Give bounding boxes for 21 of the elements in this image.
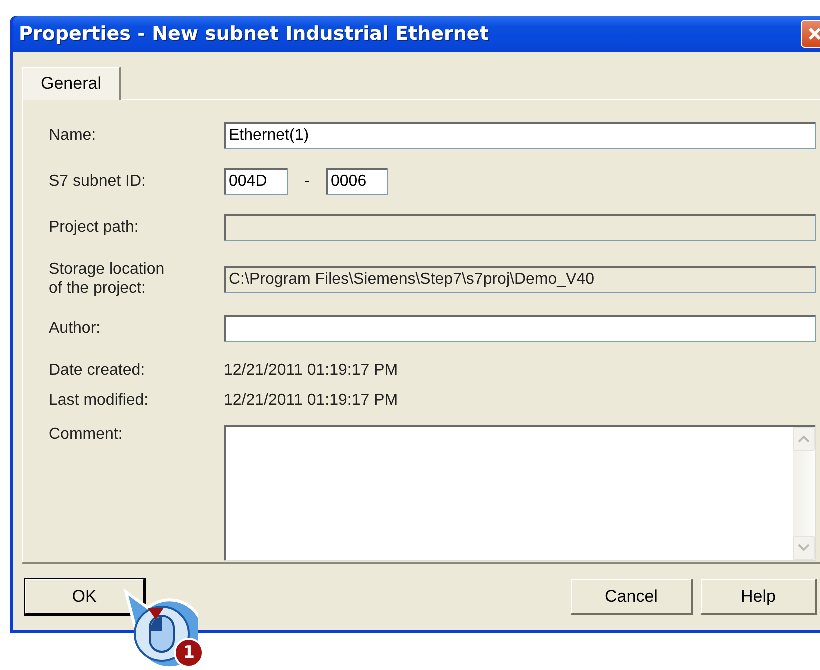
- dialog-button[interactable]: OK: [25, 579, 145, 615]
- tab[interactable]: General: [22, 67, 122, 100]
- dialog-button[interactable]: Cancel: [571, 579, 693, 615]
- field-label: Date created:: [49, 361, 146, 380]
- field-label: Project path:: [49, 218, 140, 237]
- close-icon: [807, 26, 820, 42]
- field-label: Comment:: [49, 425, 124, 444]
- field-label: Author:: [49, 319, 102, 338]
- text-field[interactable]: Ethernet(1): [224, 122, 816, 149]
- field-label: Storage location of the project:: [49, 260, 166, 298]
- field-label: Last modified:: [49, 391, 150, 410]
- text-field[interactable]: 0006: [326, 168, 388, 195]
- separator-text: -: [303, 172, 311, 190]
- field-label: S7 subnet ID:: [49, 172, 147, 191]
- dialog-button[interactable]: Help: [701, 579, 817, 615]
- field-value: 12/21/2011 01:19:17 PM: [224, 362, 400, 380]
- field-label: Name:: [49, 126, 98, 145]
- text-field[interactable]: 004D: [224, 168, 288, 195]
- window-title: Properties - New subnet Industrial Ethernet: [19, 23, 489, 45]
- field-value: 12/21/2011 01:19:17 PM: [224, 392, 400, 410]
- text-field[interactable]: [224, 315, 816, 342]
